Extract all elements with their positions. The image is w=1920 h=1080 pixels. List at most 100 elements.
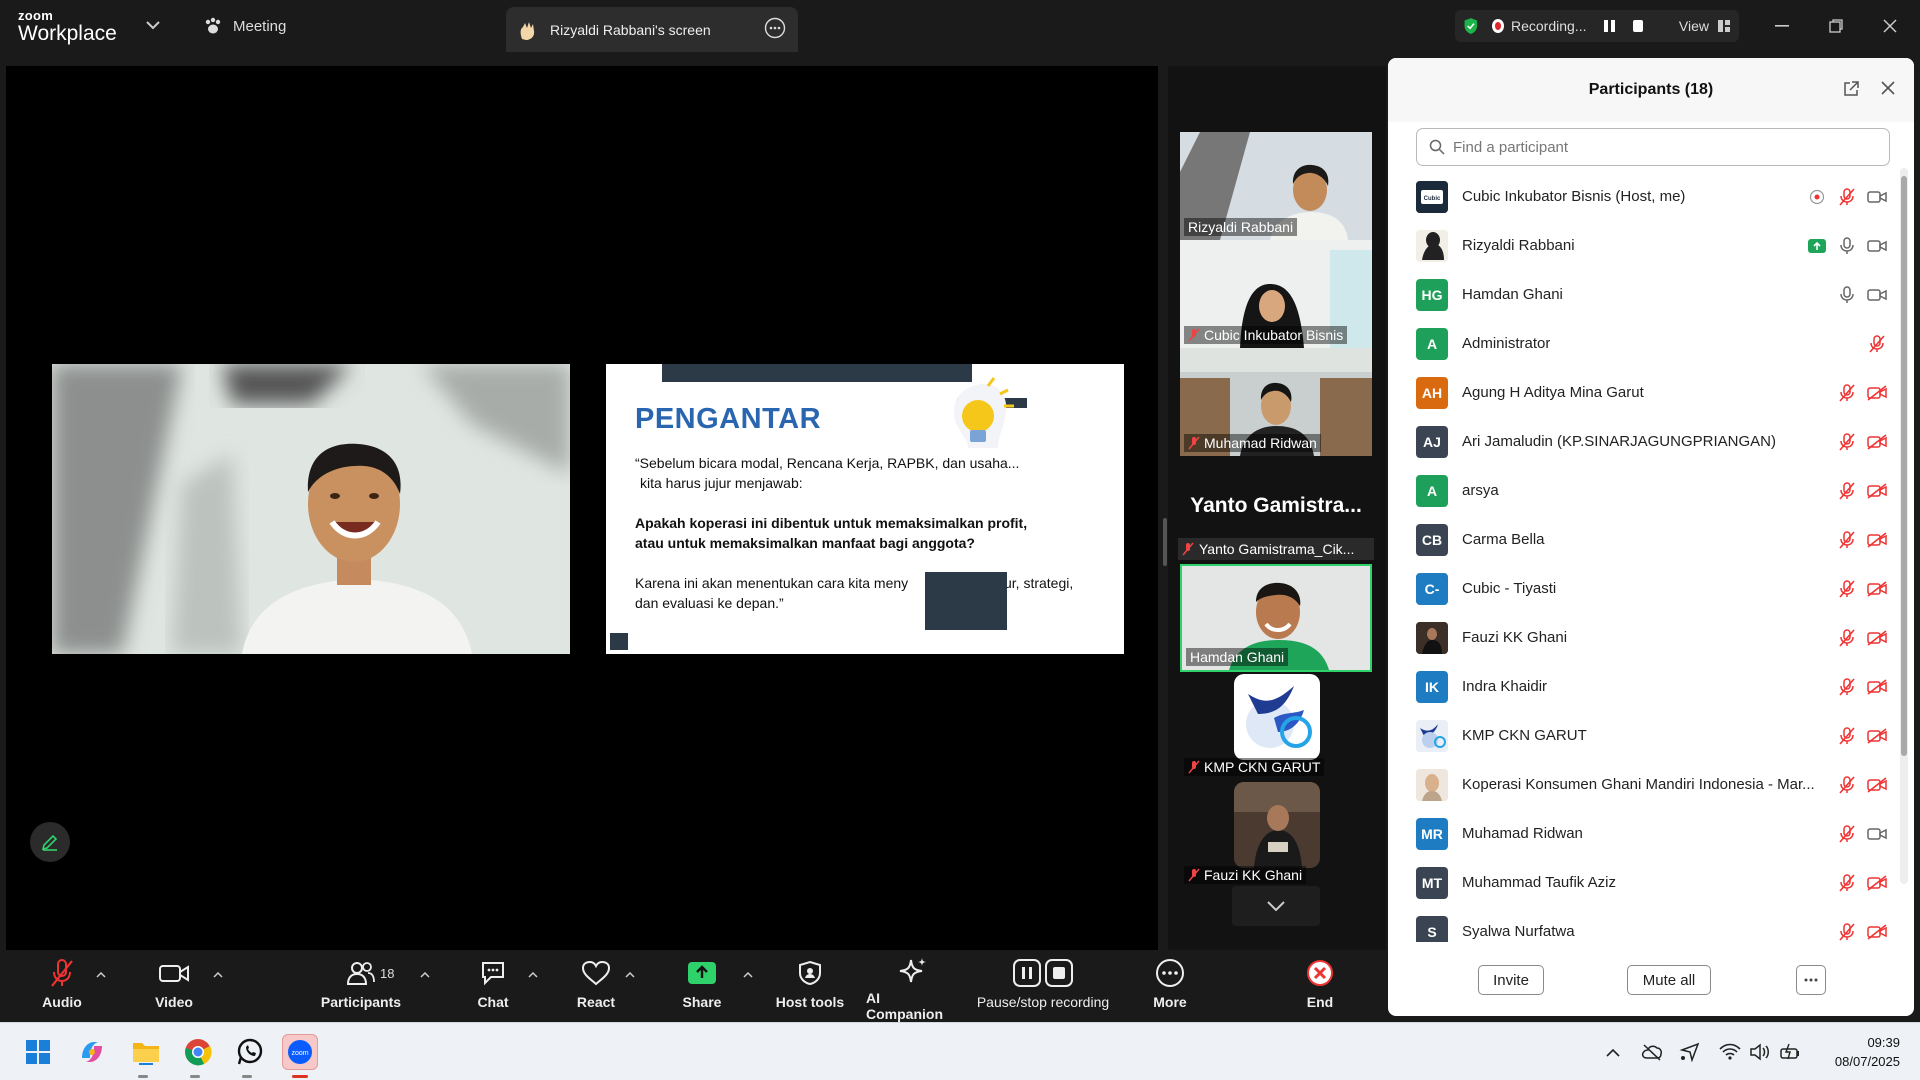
share-button[interactable]: Share bbox=[676, 956, 728, 1018]
video-off-icon[interactable] bbox=[1866, 725, 1888, 747]
muted-mic-icon[interactable] bbox=[1836, 774, 1858, 796]
filmstrip-scroll-down-button[interactable] bbox=[1232, 886, 1320, 926]
participant-row[interactable]: Cubic Cubic Inkubator Bisnis (Host, me) bbox=[1388, 172, 1898, 221]
tab-more-icon[interactable] bbox=[764, 17, 786, 42]
participant-search-input[interactable] bbox=[1453, 138, 1873, 156]
restore-window-icon[interactable] bbox=[1822, 12, 1850, 40]
participant-row[interactable]: Aarsya bbox=[1388, 466, 1898, 515]
filmstrip-tile-rizyaldi[interactable]: Rizyaldi Rabbani bbox=[1180, 132, 1372, 240]
pop-out-icon[interactable] bbox=[1842, 80, 1860, 103]
panel-more-button[interactable] bbox=[1796, 965, 1826, 995]
zoom-taskbar-icon[interactable]: zoom bbox=[282, 1034, 318, 1070]
meeting-tab[interactable]: Meeting bbox=[203, 14, 286, 38]
participant-list-scrollbar[interactable] bbox=[1900, 168, 1908, 884]
participant-row[interactable]: CB Carma Bella bbox=[1388, 515, 1898, 564]
taskbar-clock[interactable]: 09:39 08/07/2025 bbox=[1835, 1033, 1900, 1071]
video-options-caret-icon[interactable] bbox=[211, 968, 225, 982]
participant-row[interactable]: S Syalwa Nurfatwa bbox=[1388, 907, 1898, 942]
chat-options-caret-icon[interactable] bbox=[526, 968, 540, 982]
audio-button[interactable]: Audio bbox=[34, 956, 90, 1018]
participant-row[interactable]: AH Agung H Aditya Mina Garut bbox=[1388, 368, 1898, 417]
muted-mic-icon[interactable] bbox=[1836, 480, 1858, 502]
react-options-caret-icon[interactable] bbox=[623, 968, 637, 982]
participant-row[interactable]: HG Hamdan Ghani bbox=[1388, 270, 1898, 319]
muted-mic-icon[interactable] bbox=[1836, 676, 1858, 698]
participant-row[interactable]: A Administrator bbox=[1388, 319, 1898, 368]
tray-cloud-off-icon[interactable] bbox=[1638, 1034, 1666, 1070]
screen-share-tab[interactable]: Rizyaldi Rabbani's screen bbox=[506, 7, 798, 52]
annotate-pen-button[interactable] bbox=[30, 822, 70, 862]
mute-all-button[interactable]: Mute all bbox=[1627, 965, 1711, 995]
participant-row[interactable]: MT Muhammad Taufik Aziz bbox=[1388, 858, 1898, 907]
chat-button[interactable]: Chat bbox=[468, 956, 518, 1018]
filmstrip-tile-cubic[interactable]: Cubic Inkubator Bisnis bbox=[1180, 240, 1372, 348]
video-on-icon[interactable] bbox=[1866, 235, 1888, 257]
copilot-icon[interactable] bbox=[74, 1034, 110, 1070]
video-on-icon[interactable] bbox=[1866, 186, 1888, 208]
participant-row[interactable]: KMP CKN GARUT bbox=[1388, 711, 1898, 760]
video-off-icon[interactable] bbox=[1866, 480, 1888, 502]
muted-mic-icon[interactable] bbox=[1866, 333, 1888, 355]
close-window-icon[interactable] bbox=[1876, 12, 1904, 40]
muted-mic-icon[interactable] bbox=[1836, 725, 1858, 747]
filmstrip-tile-fauzi[interactable]: Fauzi KK Ghani bbox=[1180, 780, 1372, 888]
participants-options-caret-icon[interactable] bbox=[418, 968, 432, 982]
audio-options-caret-icon[interactable] bbox=[94, 968, 108, 982]
mic-on-icon[interactable] bbox=[1836, 235, 1858, 257]
muted-mic-icon[interactable] bbox=[1836, 872, 1858, 894]
pause-stop-recording-button[interactable]: Pause/stop recording bbox=[974, 956, 1112, 1018]
participant-search[interactable] bbox=[1416, 128, 1890, 166]
mic-on-icon[interactable] bbox=[1836, 284, 1858, 306]
video-off-icon[interactable] bbox=[1866, 529, 1888, 551]
tray-chevron-up-icon[interactable] bbox=[1600, 1034, 1626, 1070]
muted-mic-icon[interactable] bbox=[1836, 186, 1858, 208]
filmstrip-resize-handle[interactable] bbox=[1163, 518, 1167, 566]
participant-row[interactable]: Koperasi Konsumen Ghani Mandiri Indonesi… bbox=[1388, 760, 1898, 809]
workplace-menu-chevron-icon[interactable] bbox=[140, 12, 166, 38]
pause-recording-icon[interactable] bbox=[1604, 20, 1616, 32]
muted-mic-icon[interactable] bbox=[1836, 627, 1858, 649]
tray-location-icon[interactable] bbox=[1676, 1034, 1704, 1070]
video-off-icon[interactable] bbox=[1866, 431, 1888, 453]
participant-row[interactable]: C- Cubic - Tiyasti bbox=[1388, 564, 1898, 613]
video-off-icon[interactable] bbox=[1866, 382, 1888, 404]
stop-recording-icon[interactable] bbox=[1633, 20, 1643, 32]
video-button[interactable]: Video bbox=[146, 956, 202, 1018]
video-off-icon[interactable] bbox=[1866, 578, 1888, 600]
more-button[interactable]: More bbox=[1144, 956, 1196, 1018]
participant-row[interactable]: Fauzi KK Ghani bbox=[1388, 613, 1898, 662]
muted-mic-icon[interactable] bbox=[1836, 431, 1858, 453]
ai-companion-button[interactable]: AI Companion bbox=[866, 956, 960, 1022]
muted-mic-icon[interactable] bbox=[1836, 921, 1858, 943]
scrollbar-thumb[interactable] bbox=[1901, 176, 1907, 756]
filmstrip-label-yanto[interactable]: Yanto Gamistrama_Cik... bbox=[1178, 538, 1374, 560]
file-explorer-icon[interactable] bbox=[128, 1034, 164, 1070]
invite-button[interactable]: Invite bbox=[1478, 965, 1544, 995]
video-off-icon[interactable] bbox=[1866, 627, 1888, 649]
participant-row[interactable]: AJ Ari Jamaludin (KP.SINARJAGUNGPRIANGAN) bbox=[1388, 417, 1898, 466]
filmstrip-tile-ridwan[interactable]: Muhamad Ridwan bbox=[1180, 348, 1372, 456]
video-off-icon[interactable] bbox=[1866, 774, 1888, 796]
end-meeting-button[interactable]: End bbox=[1298, 956, 1342, 1018]
muted-mic-icon[interactable] bbox=[1836, 529, 1858, 551]
encryption-shield-icon[interactable] bbox=[1463, 15, 1479, 37]
filmstrip-tile-hamdan[interactable]: Hamdan Ghani bbox=[1180, 564, 1372, 672]
react-button[interactable]: React bbox=[570, 956, 622, 1018]
video-on-icon[interactable] bbox=[1866, 284, 1888, 306]
participant-row[interactable]: IK Indra Khaidir bbox=[1388, 662, 1898, 711]
participant-row[interactable]: MR Muhamad Ridwan bbox=[1388, 809, 1898, 858]
minimize-window-icon[interactable] bbox=[1768, 12, 1796, 40]
whatsapp-icon[interactable] bbox=[232, 1034, 268, 1070]
video-on-icon[interactable] bbox=[1866, 823, 1888, 845]
windows-start-icon[interactable] bbox=[20, 1034, 56, 1070]
video-off-icon[interactable] bbox=[1866, 921, 1888, 943]
filmstrip-tile-kmp[interactable]: KMP CKN GARUT bbox=[1180, 672, 1372, 780]
tray-volume-icon[interactable] bbox=[1746, 1034, 1774, 1070]
muted-mic-icon[interactable] bbox=[1836, 578, 1858, 600]
host-tools-button[interactable]: Host tools bbox=[774, 956, 846, 1018]
view-button[interactable]: View bbox=[1679, 18, 1731, 34]
participant-row[interactable]: Rizyaldi Rabbani bbox=[1388, 221, 1898, 270]
close-panel-icon[interactable] bbox=[1880, 80, 1896, 101]
muted-mic-icon[interactable] bbox=[1836, 382, 1858, 404]
tray-wifi-icon[interactable] bbox=[1716, 1034, 1744, 1070]
